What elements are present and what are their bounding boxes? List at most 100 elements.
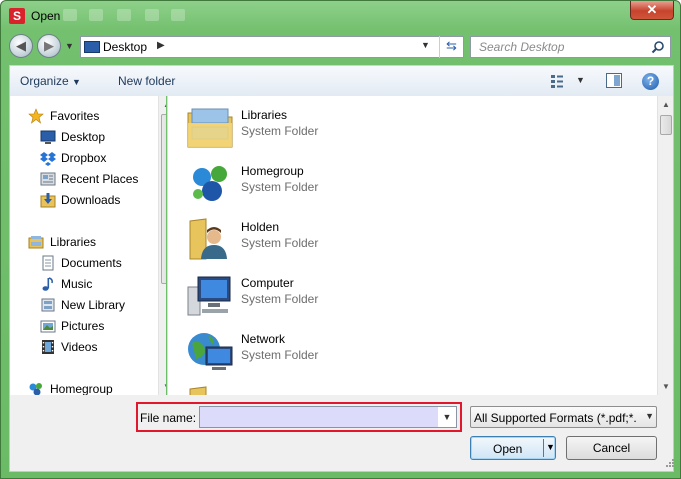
scroll-up-arrow-icon[interactable]: ▲ xyxy=(658,96,674,113)
file-name: Network xyxy=(241,332,286,346)
network-icon xyxy=(188,333,233,370)
file-name: Libraries xyxy=(241,108,288,122)
sidebar-item-label: Desktop xyxy=(61,130,106,144)
refresh-button[interactable]: ⇆ xyxy=(439,36,463,58)
computer-icon xyxy=(187,276,231,316)
file-type: System Folder xyxy=(241,292,319,306)
sidebar-item-new-library[interactable]: New Library xyxy=(10,295,155,315)
quick-access-icon xyxy=(89,9,103,21)
quick-access-icon xyxy=(63,9,77,21)
sidebar-item-documents[interactable]: Documents xyxy=(10,253,155,273)
address-bar[interactable]: Desktop ▶ ▼ xyxy=(80,36,464,58)
navigation-scrollbar[interactable]: ▲ ▼ xyxy=(158,96,166,395)
sidebar-item-label: Documents xyxy=(61,256,122,270)
chevron-down-icon[interactable]: ▼ xyxy=(546,442,555,452)
music-icon xyxy=(42,277,53,291)
libraries-icon xyxy=(28,236,44,249)
file-type: System Folder xyxy=(241,236,319,250)
quick-access-icon xyxy=(117,9,131,21)
file-list-scrollbar[interactable]: ▲ ▼ xyxy=(657,96,674,395)
star-icon xyxy=(28,108,44,124)
quick-access-icon xyxy=(171,9,185,21)
sidebar-item-homegroup[interactable]: Homegroup xyxy=(10,379,155,395)
help-icon[interactable]: ? xyxy=(642,73,659,90)
sidebar-item-label: Downloads xyxy=(61,193,121,207)
new-folder-button[interactable]: New folder xyxy=(118,74,175,88)
view-options-dropdown-icon[interactable]: ▼ xyxy=(576,75,585,85)
homegroup-icon xyxy=(29,383,42,395)
address-location[interactable]: Desktop xyxy=(103,40,147,54)
command-bar: Organize ▼ New folder ▼ ? xyxy=(9,65,674,96)
list-item[interactable]: Network System Folder xyxy=(186,326,486,376)
sidebar-item-desktop[interactable]: Desktop xyxy=(10,127,155,147)
sidebar-item-favorites[interactable]: Favorites xyxy=(10,106,155,126)
sidebar-item-label: New Library xyxy=(61,298,126,312)
downloads-icon xyxy=(40,193,56,208)
chevron-down-icon[interactable]: ▼ xyxy=(421,40,430,50)
cancel-button[interactable]: Cancel xyxy=(566,436,657,460)
highlight-annotation xyxy=(136,402,462,432)
title-bar[interactable]: S Open ✕ xyxy=(1,1,680,31)
sidebar-item-downloads[interactable]: Downloads xyxy=(10,190,155,210)
sidebar-item-dropbox[interactable]: Dropbox xyxy=(10,148,155,168)
sidebar-item-label: Favorites xyxy=(50,109,100,123)
folder-icon xyxy=(189,386,207,395)
scrollbar-thumb[interactable] xyxy=(660,115,672,135)
list-item[interactable] xyxy=(186,382,486,395)
forward-button[interactable]: ▶ xyxy=(37,34,61,58)
sidebar-item-recent-places[interactable]: Recent Places xyxy=(10,169,155,189)
sidebar-item-music[interactable]: Music xyxy=(10,274,155,294)
scrollbar-thumb[interactable] xyxy=(161,114,166,284)
sidebar-item-label: Recent Places xyxy=(61,172,139,186)
documents-icon xyxy=(42,255,54,271)
list-item[interactable]: Computer System Folder xyxy=(186,270,486,320)
app-icon: S xyxy=(9,8,25,24)
sidebar-item-label: Music xyxy=(61,277,93,291)
file-type-filter: All Supported Formats (*.pdf;*.o xyxy=(474,411,636,425)
chevron-down-icon[interactable]: ▼ xyxy=(645,411,654,421)
sidebar-item-label: Libraries xyxy=(50,235,97,249)
resize-grip-icon[interactable] xyxy=(666,459,674,467)
homegroup-icon xyxy=(193,166,227,201)
open-dialog: S Open ✕ ◀ ▶ ▼ Desktop ▶ ▼ ⇆ Search Desk… xyxy=(0,0,681,479)
list-item[interactable]: Homegroup System Folder xyxy=(186,158,486,208)
user-folder-icon xyxy=(189,218,227,260)
scroll-up-arrow-icon[interactable]: ▲ xyxy=(159,96,166,113)
library-icon xyxy=(41,298,55,312)
scroll-down-arrow-icon[interactable]: ▼ xyxy=(658,378,674,395)
search-icon[interactable] xyxy=(651,40,665,54)
file-type: System Folder xyxy=(241,180,319,194)
chevron-right-icon[interactable]: ▶ xyxy=(157,40,165,51)
scroll-down-arrow-icon[interactable]: ▼ xyxy=(159,378,166,395)
navigation-pane: Favorites Desktop Dropbox Recent Places … xyxy=(9,96,166,395)
recent-places-icon xyxy=(40,172,56,186)
recent-locations-dropdown-icon[interactable]: ▼ xyxy=(65,41,77,53)
search-input[interactable]: Search Desktop xyxy=(470,36,671,58)
list-item[interactable]: Holden System Folder xyxy=(186,214,486,264)
change-view-icon[interactable] xyxy=(550,74,564,88)
open-button-label: Open xyxy=(493,442,523,456)
organize-label: Organize xyxy=(20,74,69,88)
bottom-panel: File name: ▼ All Supported Formats (*.pd… xyxy=(9,395,674,472)
organize-button[interactable]: Organize ▼ xyxy=(20,74,81,88)
sidebar-item-pictures[interactable]: Pictures xyxy=(10,316,155,336)
sidebar-item-label: Pictures xyxy=(61,319,105,333)
file-name: Computer xyxy=(241,276,294,290)
open-button[interactable]: Open ▼ xyxy=(470,436,556,460)
desktop-icon xyxy=(40,130,56,144)
sidebar-item-label: Homegroup xyxy=(50,382,113,395)
preview-pane-icon[interactable] xyxy=(606,73,622,88)
desktop-icon xyxy=(84,41,100,53)
sidebar-item-libraries[interactable]: Libraries xyxy=(10,232,155,252)
file-type-select[interactable]: All Supported Formats (*.pdf;*.o ▼ xyxy=(470,406,657,428)
quick-access-icon xyxy=(145,9,159,21)
sidebar-item-videos[interactable]: Videos xyxy=(10,337,155,357)
dropbox-icon xyxy=(40,152,56,166)
list-item[interactable]: Libraries System Folder xyxy=(186,102,486,152)
file-type: System Folder xyxy=(241,124,319,138)
window-title: Open xyxy=(31,9,61,23)
libraries-folder-icon xyxy=(187,108,233,148)
close-button[interactable]: ✕ xyxy=(630,1,674,20)
back-button[interactable]: ◀ xyxy=(9,34,33,58)
file-name: Holden xyxy=(241,220,280,234)
